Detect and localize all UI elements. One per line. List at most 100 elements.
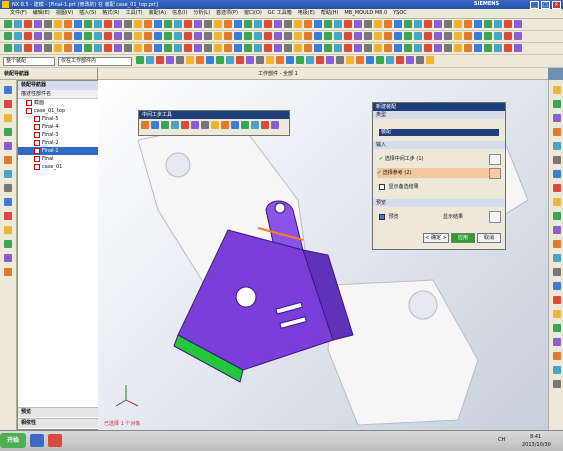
sketch-tool-icon[interactable] (444, 20, 452, 28)
palette-icon[interactable] (552, 240, 561, 248)
sketch-tool-icon[interactable] (174, 20, 182, 28)
select-tool-icon[interactable] (246, 56, 254, 64)
sketch-tool-icon[interactable] (484, 20, 492, 28)
sketch-tool-icon[interactable] (94, 20, 102, 28)
sketch-tool-icon[interactable] (324, 20, 332, 28)
resource-tab-icon[interactable] (4, 184, 12, 192)
visibility-checkbox[interactable] (26, 99, 32, 106)
visibility-checkbox[interactable] (34, 155, 40, 162)
feature-tool-icon[interactable] (124, 32, 132, 40)
feature-tool-icon[interactable] (374, 32, 382, 40)
view-tool-icon[interactable] (204, 44, 212, 52)
sketch-tool-icon[interactable] (254, 20, 262, 28)
feature-tool-icon[interactable] (294, 32, 302, 40)
menu-item[interactable]: 电极(E) (298, 9, 315, 18)
sketch-tool-icon[interactable] (414, 20, 422, 28)
select-tool-icon[interactable] (286, 56, 294, 64)
select-tool-icon[interactable] (146, 56, 154, 64)
sketch-tool-icon[interactable] (124, 20, 132, 28)
mid-step-tool-icon[interactable] (141, 121, 149, 129)
feature-tool-icon[interactable] (484, 32, 492, 40)
view-tool-icon[interactable] (144, 44, 152, 52)
menu-item[interactable]: 编辑(E) (33, 9, 50, 18)
sketch-tool-icon[interactable] (244, 20, 252, 28)
sketch-tool-icon[interactable] (504, 20, 512, 28)
ok-button[interactable]: < 确定 > (423, 233, 449, 243)
resource-tab-icon[interactable] (4, 142, 12, 150)
view-tool-icon[interactable] (324, 44, 332, 52)
feature-tool-icon[interactable] (334, 32, 342, 40)
resource-tab-icon[interactable] (4, 86, 12, 94)
mid-step-tool-icon[interactable] (251, 121, 259, 129)
sketch-tool-icon[interactable] (314, 20, 322, 28)
menu-item[interactable]: 插入(S) (79, 9, 96, 18)
select-tool-icon[interactable] (216, 56, 224, 64)
feature-tool-icon[interactable] (164, 32, 172, 40)
tree-node[interactable]: Final-1 (18, 147, 98, 155)
view-tool-icon[interactable] (284, 44, 292, 52)
select-tool-icon[interactable] (206, 56, 214, 64)
sketch-tool-icon[interactable] (54, 20, 62, 28)
view-tool-icon[interactable] (424, 44, 432, 52)
visibility-checkbox[interactable] (34, 123, 40, 130)
sketch-tool-icon[interactable] (394, 20, 402, 28)
select-tool-icon[interactable] (396, 56, 404, 64)
menu-item[interactable]: 首选项(P) (216, 9, 238, 18)
minimize-button[interactable]: _ (530, 1, 539, 9)
feature-tool-icon[interactable] (4, 32, 12, 40)
feature-tool-icon[interactable] (74, 32, 82, 40)
visibility-checkbox[interactable] (34, 131, 40, 138)
menu-item[interactable]: MB_MOULD M8.0 (344, 9, 387, 18)
select-tool-icon[interactable] (326, 56, 334, 64)
select-step-button[interactable] (489, 154, 501, 165)
sketch-tool-icon[interactable] (24, 20, 32, 28)
menu-item[interactable]: 装配(A) (149, 9, 166, 18)
palette-icon[interactable] (552, 226, 561, 234)
view-tool-icon[interactable] (464, 44, 472, 52)
scope-select[interactable]: 仅在工作部件内 (58, 57, 132, 66)
resource-tab-icon[interactable] (4, 128, 12, 136)
sketch-tool-icon[interactable] (184, 20, 192, 28)
mid-step-tool-icon[interactable] (191, 121, 199, 129)
visibility-checkbox[interactable] (34, 115, 40, 122)
sketch-tool-icon[interactable] (114, 20, 122, 28)
show-alternatives-checkbox[interactable] (379, 183, 385, 190)
view-tool-icon[interactable] (214, 44, 222, 52)
language-indicator[interactable]: CH (498, 437, 505, 443)
taskbar-app-1[interactable] (30, 434, 44, 447)
menu-item[interactable]: 分析(L) (193, 9, 210, 18)
select-tool-icon[interactable] (306, 56, 314, 64)
tree-node[interactable]: Final (18, 155, 98, 163)
sketch-tool-icon[interactable] (494, 20, 502, 28)
menu-item[interactable]: 窗口(O) (244, 9, 262, 18)
palette-icon[interactable] (552, 338, 561, 346)
feature-tool-icon[interactable] (154, 32, 162, 40)
feature-tool-icon[interactable] (244, 32, 252, 40)
resource-tab-icon[interactable] (4, 100, 12, 108)
view-tool-icon[interactable] (154, 44, 162, 52)
tree-node[interactable]: case_01_top (18, 107, 98, 115)
view-tool-icon[interactable] (314, 44, 322, 52)
feature-tool-icon[interactable] (494, 32, 502, 40)
sketch-tool-icon[interactable] (154, 20, 162, 28)
feature-tool-icon[interactable] (514, 32, 522, 40)
palette-icon[interactable] (552, 310, 561, 318)
sketch-tool-icon[interactable] (294, 20, 302, 28)
view-tool-icon[interactable] (444, 44, 452, 52)
palette-icon[interactable] (552, 184, 561, 192)
sketch-tool-icon[interactable] (34, 20, 42, 28)
view-tool-icon[interactable] (384, 44, 392, 52)
mid-step-tool-icon[interactable] (241, 121, 249, 129)
feature-tool-icon[interactable] (104, 32, 112, 40)
palette-icon[interactable] (552, 366, 561, 374)
sketch-tool-icon[interactable] (194, 20, 202, 28)
view-tool-icon[interactable] (84, 44, 92, 52)
sketch-tool-icon[interactable] (404, 20, 412, 28)
view-tool-icon[interactable] (234, 44, 242, 52)
view-tool-icon[interactable] (64, 44, 72, 52)
close-button[interactable]: × (552, 1, 561, 9)
mid-step-tool-icon[interactable] (201, 121, 209, 129)
tree-node[interactable]: 截面 (18, 99, 98, 107)
sketch-tool-icon[interactable] (4, 20, 12, 28)
menu-item[interactable]: YSOC (393, 9, 407, 18)
